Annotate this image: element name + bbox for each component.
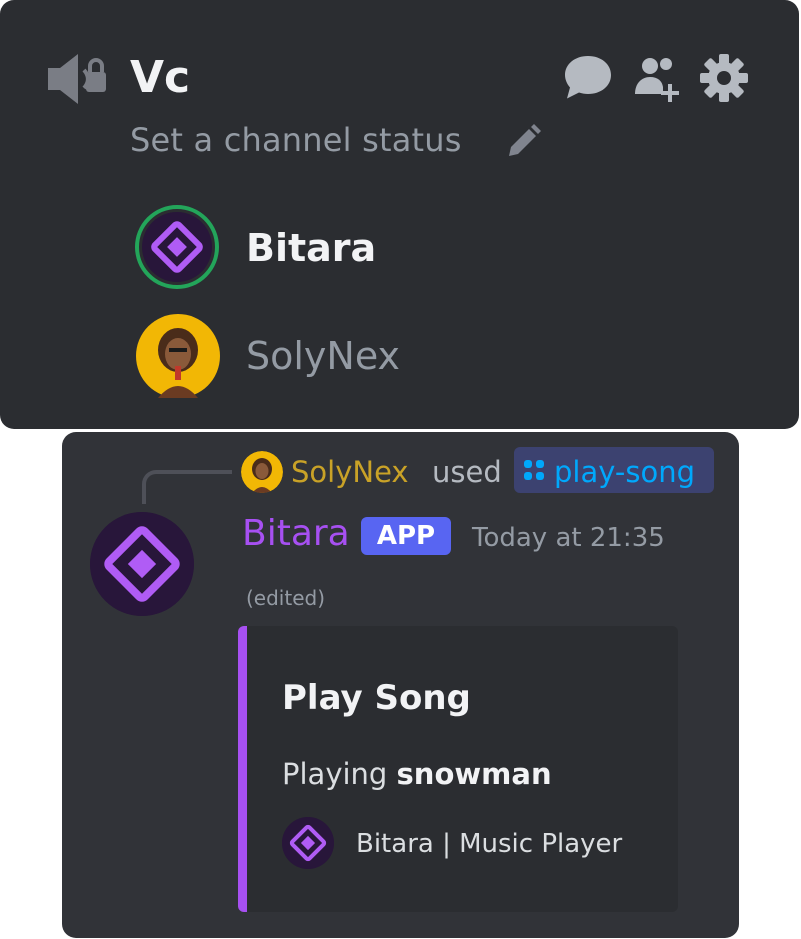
embed-desc-prefix: Playing <box>282 757 397 791</box>
message-timestamp: Today at 21:35 <box>472 523 665 553</box>
member-name-solynex[interactable]: SolyNex <box>246 332 400 380</box>
gear-icon[interactable] <box>698 52 750 104</box>
add-user-icon[interactable] <box>632 52 684 104</box>
reply-verb: used <box>432 455 502 489</box>
embed-song-name: snowman <box>396 757 552 791</box>
reply-connector <box>142 470 232 504</box>
app-badge: APP <box>361 517 451 555</box>
pencil-icon[interactable] <box>503 122 543 162</box>
reply-user-avatar[interactable] <box>241 451 283 493</box>
embed-footer-text: Bitara | Music Player <box>356 829 623 859</box>
command-name[interactable]: play-song <box>554 453 695 491</box>
channel-status-input[interactable]: Set a channel status <box>130 120 462 160</box>
speaker-lock-icon <box>48 54 106 104</box>
member-name-bitara[interactable]: Bitara <box>246 224 376 272</box>
edited-label: (edited) <box>246 586 326 610</box>
channel-name: Vc <box>130 52 191 103</box>
reply-username[interactable]: SolyNex <box>291 453 409 491</box>
solynex-avatar[interactable] <box>136 314 220 398</box>
author-name[interactable]: Bitara <box>242 511 350 557</box>
embed-description: Playing snowman <box>282 754 552 794</box>
bitara-avatar[interactable] <box>142 212 212 282</box>
slash-command-icon <box>524 460 544 480</box>
embed-footer-icon <box>282 817 334 869</box>
embed-title: Play Song <box>282 678 471 718</box>
chat-bubble-icon[interactable] <box>562 52 614 102</box>
bot-avatar[interactable] <box>90 512 194 616</box>
